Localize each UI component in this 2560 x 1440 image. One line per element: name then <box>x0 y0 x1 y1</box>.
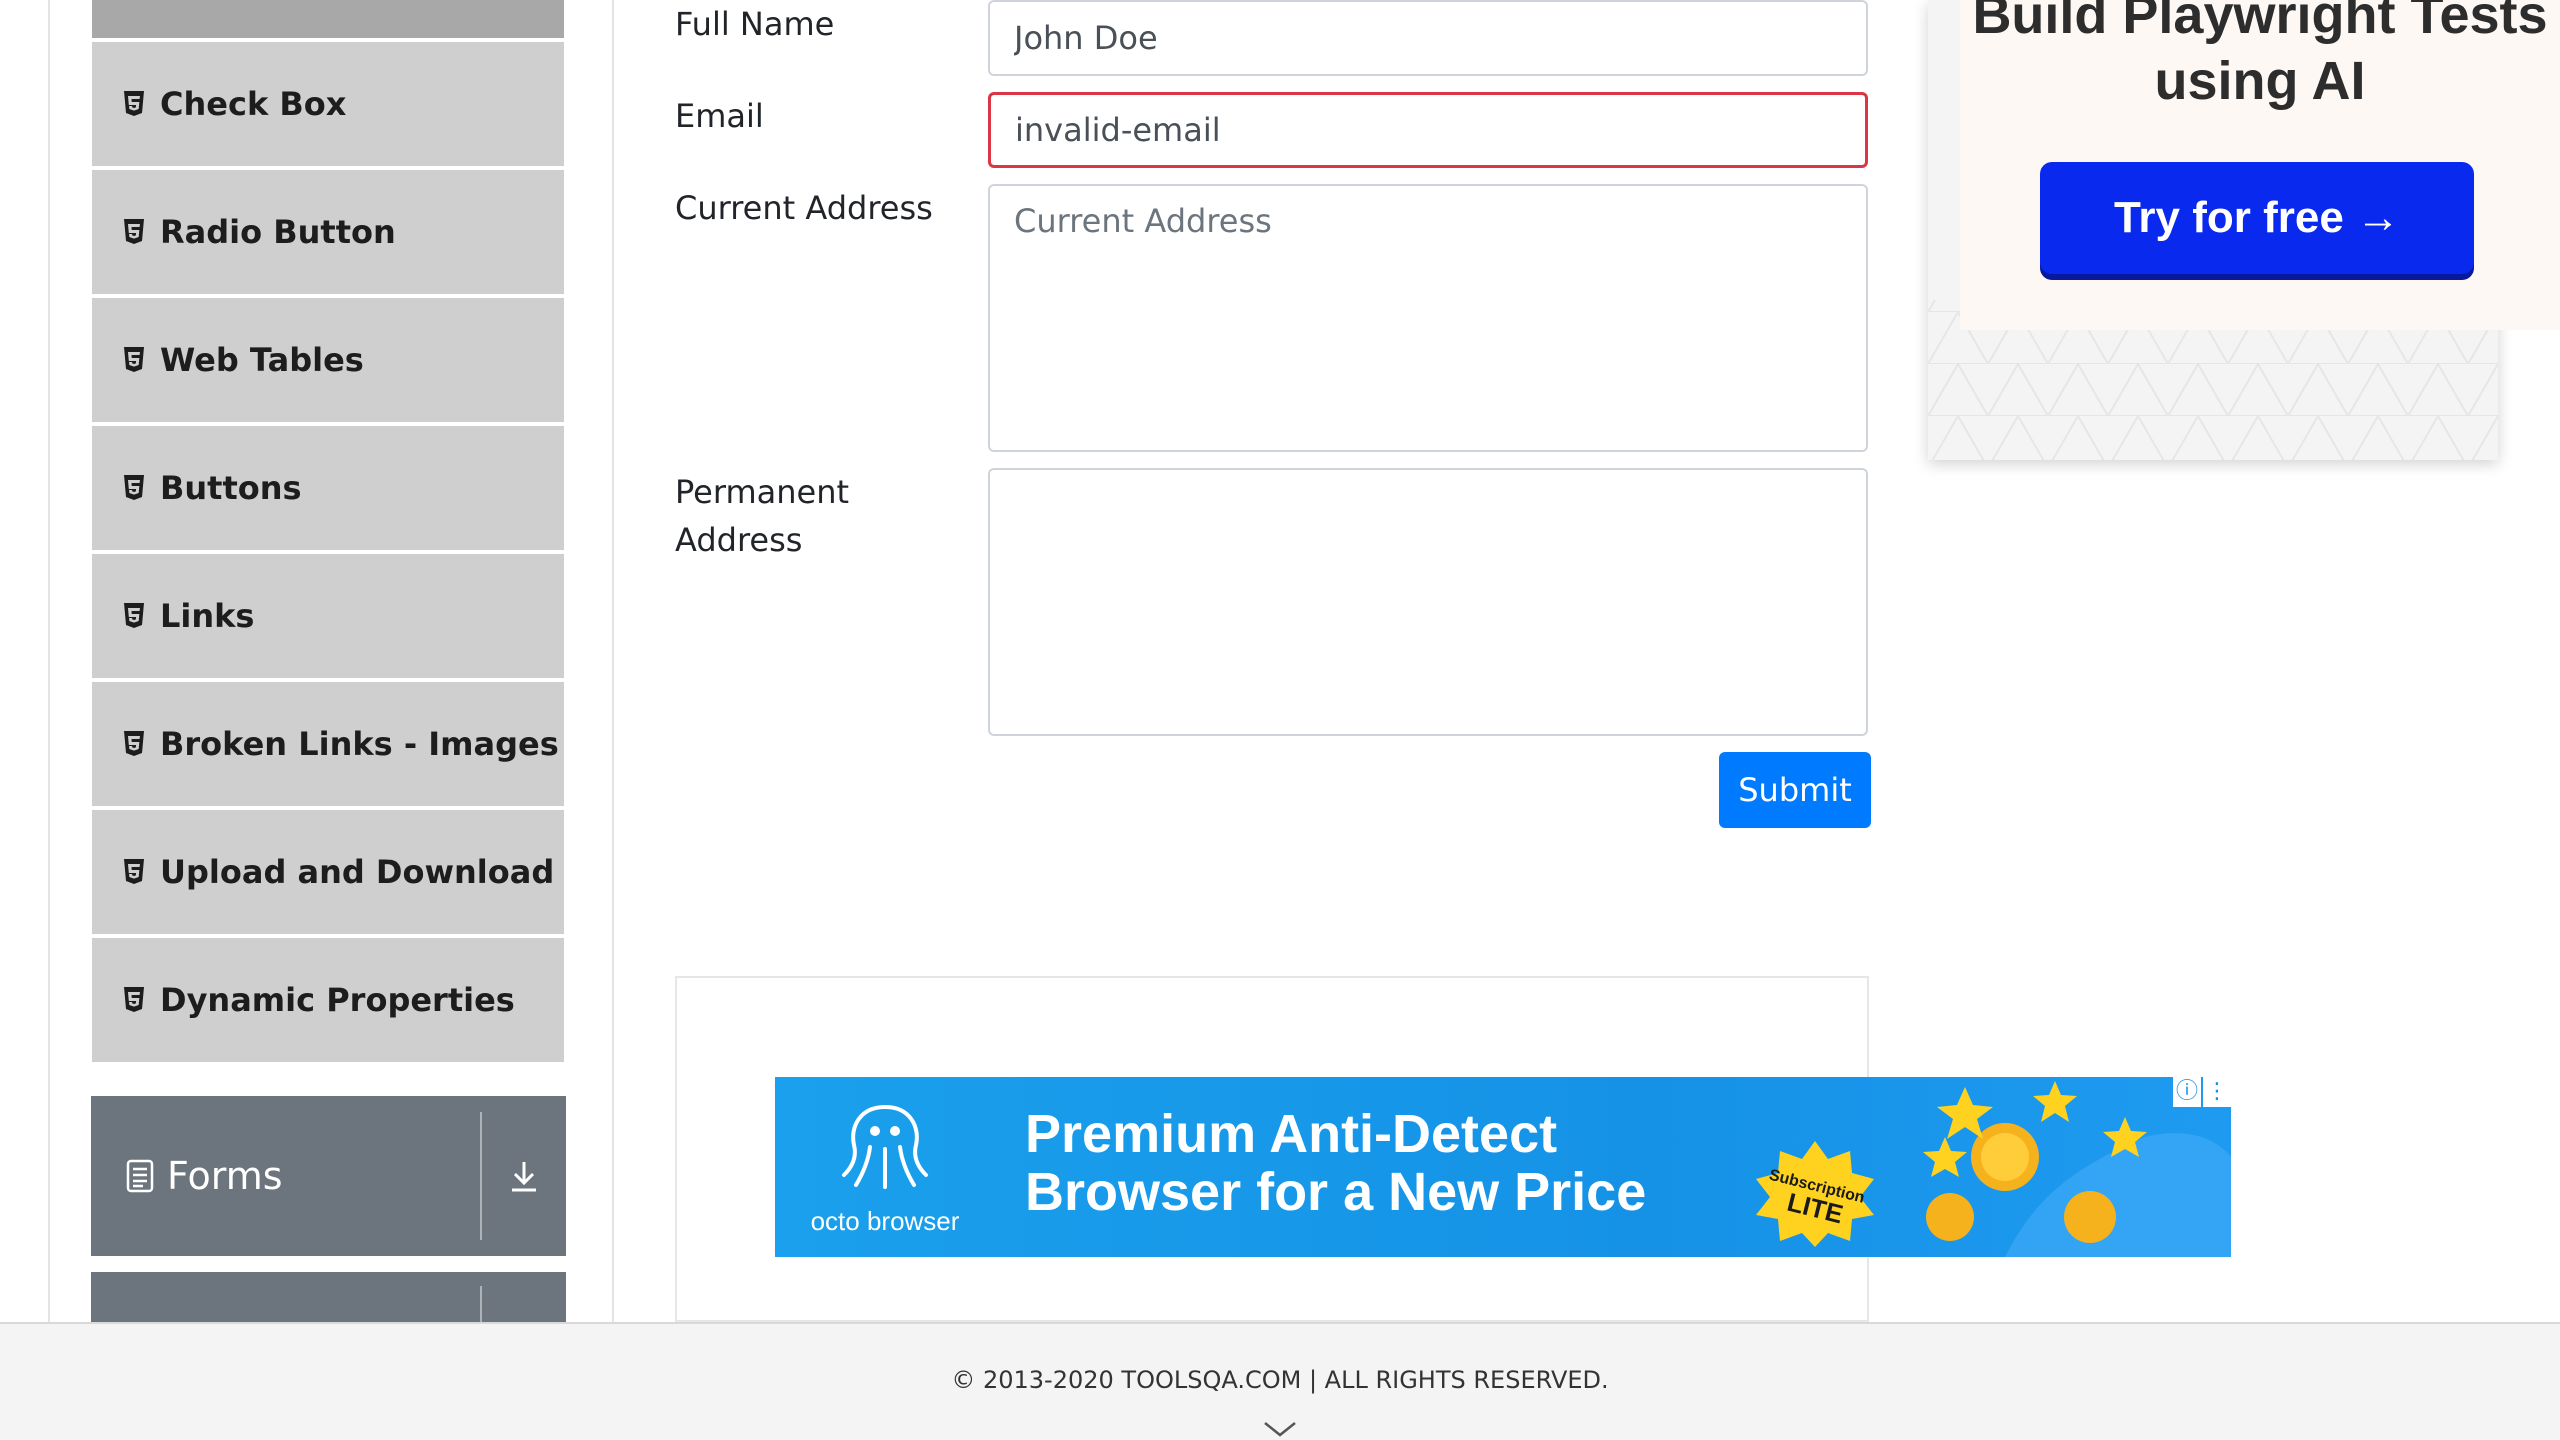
info-icon[interactable]: ⓘ <box>2173 1077 2201 1107</box>
sidebar-item-label: Web Tables <box>160 341 364 379</box>
html5-icon <box>122 218 146 246</box>
email-input[interactable] <box>988 92 1868 168</box>
ad-banner[interactable]: octo browser Premium Anti-Detect Browser… <box>775 1077 2231 1257</box>
submit-button[interactable]: Submit <box>1719 752 1871 828</box>
footer: © 2013-2020 TOOLSQA.COM | ALL RIGHTS RES… <box>0 1322 2560 1440</box>
full-name-label: Full Name <box>675 5 835 43</box>
sidebar-item-label: Links <box>160 597 255 635</box>
brand-name: octo browser <box>810 1206 960 1236</box>
html5-icon <box>122 346 146 374</box>
left-frame-line <box>48 0 50 1322</box>
sidebar-item-web-tables[interactable]: Web Tables <box>92 298 564 422</box>
footer-copyright: © 2013-2020 TOOLSQA.COM | ALL RIGHTS RES… <box>951 1366 1609 1394</box>
more-options-icon[interactable]: ⋮ <box>2203 1077 2231 1107</box>
permanent-address-label: Permanent Address <box>675 473 850 559</box>
html5-icon <box>122 602 146 630</box>
sidebar-item-links[interactable]: Links <box>92 554 564 678</box>
chevron-down-icon[interactable] <box>1262 1420 1298 1438</box>
sidebar-group-forms[interactable]: Forms <box>91 1096 566 1256</box>
email-label: Email <box>675 97 764 135</box>
banner-headline-line2: Browser for a New Price <box>1025 1162 1647 1222</box>
sidebar-group-next[interactable] <box>91 1272 566 1336</box>
html5-icon <box>122 986 146 1014</box>
html5-icon <box>122 730 146 758</box>
sidebar-item-buttons[interactable]: Buttons <box>92 426 564 550</box>
sidebar-item-label: Buttons <box>160 469 302 507</box>
banner-headline-line1: Premium Anti-Detect <box>1025 1104 1558 1164</box>
sidebar-divider <box>612 0 614 1322</box>
sidebar-item-label: Radio Button <box>160 213 396 251</box>
sidebar-item-check-box[interactable]: Check Box <box>92 42 564 166</box>
html5-icon <box>122 90 146 118</box>
sidebar-item-label: Broken Links - Images <box>160 725 559 763</box>
html5-icon <box>122 858 146 886</box>
octo-browser-logo: octo browser <box>805 1097 965 1237</box>
sidebar-group-label: Forms <box>167 1154 283 1198</box>
sidebar-item-broken-links[interactable]: Broken Links - Images <box>92 682 564 806</box>
sidebar-item-label: Dynamic Properties <box>160 981 515 1019</box>
banner-headline: Premium Anti-Detect Browser for a New Pr… <box>1025 1105 1646 1221</box>
form-icon <box>125 1158 155 1194</box>
download-arrow-icon[interactable] <box>482 1096 566 1256</box>
sidebar-item-partial[interactable] <box>92 0 564 38</box>
sidebar-item-dynamic-properties[interactable]: Dynamic Properties <box>92 938 564 1062</box>
group-toggle[interactable] <box>482 1272 566 1322</box>
subscription-badge: Subscription LITE <box>1756 1141 1874 1247</box>
sidebar-item-label: Upload and Download <box>160 853 555 891</box>
sidebar-item-radio-button[interactable]: Radio Button <box>92 170 564 294</box>
ad-choices[interactable]: ⓘ ⋮ <box>2171 1077 2231 1107</box>
current-address-label: Current Address <box>675 189 933 227</box>
try-for-free-button[interactable]: Try for free → <box>2040 162 2474 274</box>
sidebar-item-upload-download[interactable]: Upload and Download <box>92 810 564 934</box>
full-name-input[interactable] <box>988 0 1868 76</box>
current-address-textarea[interactable] <box>988 184 1868 452</box>
permanent-address-textarea[interactable] <box>988 468 1868 736</box>
octopus-icon <box>842 1105 928 1189</box>
sidebar-item-label: Check Box <box>160 85 347 123</box>
html5-icon <box>122 474 146 502</box>
ad-title: Build Playwright Tests using AI <box>1972 0 2548 111</box>
